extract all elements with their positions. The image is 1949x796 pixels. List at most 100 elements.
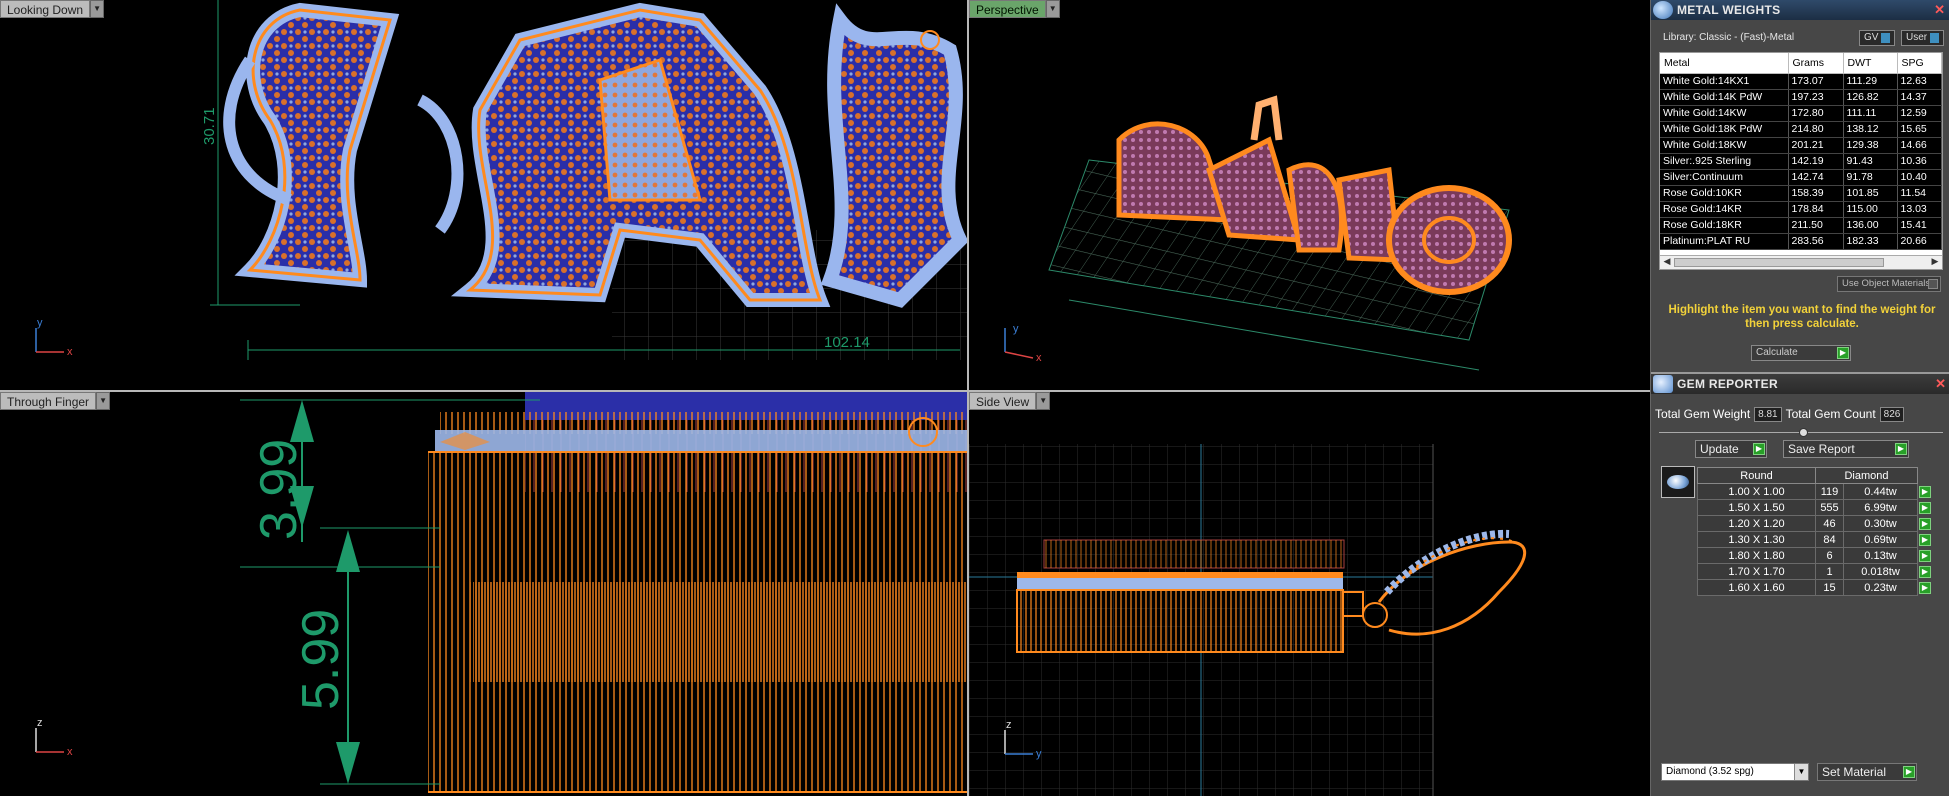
viewport-label[interactable]: Perspective ▼ <box>969 0 1060 18</box>
viewport-looking-down[interactable]: 30.71 102.14 y x Looking Down ▼ <box>0 0 967 390</box>
gem-size-cell: 1.20 X 1.20 <box>1697 515 1816 532</box>
slider-knob[interactable] <box>1799 428 1808 437</box>
col-spg[interactable]: SPG <box>1897 53 1942 74</box>
gem-row-select-button[interactable]: ▶ <box>1917 531 1932 548</box>
viewport-divider-horizontal[interactable] <box>0 390 1650 392</box>
calculate-button[interactable]: Calculate ▶ <box>1751 345 1851 361</box>
dwt-cell: 111.11 <box>1843 105 1898 122</box>
axis-z-label: z <box>1006 719 1012 731</box>
gem-slider[interactable] <box>1659 428 1943 437</box>
use-object-materials-checkbox[interactable]: Use Object Materials <box>1837 276 1941 292</box>
gem-row[interactable]: 1.60 X 1.60 15 0.23tw ▶ <box>1697 579 1932 596</box>
scroll-right-icon[interactable]: ▶ <box>1929 256 1941 269</box>
gem-row-select-button[interactable]: ▶ <box>1917 483 1932 500</box>
gem-weight-cell: 0.69tw <box>1843 531 1918 548</box>
viewport-name[interactable]: Looking Down <box>0 0 91 18</box>
gem-row-select-button[interactable]: ▶ <box>1917 579 1932 596</box>
viewport-side-view[interactable]: z y Side View ▼ <box>969 392 1650 796</box>
metal-row[interactable]: White Gold:14KX1 173.07 111.29 12.63 <box>1660 73 1942 90</box>
metal-table[interactable]: Metal Grams DWT SPG White Gold:14KX1 173.… <box>1659 52 1943 270</box>
user-toggle[interactable]: User <box>1901 30 1945 46</box>
close-icon[interactable]: ✕ <box>1935 376 1946 392</box>
checkbox-icon[interactable] <box>1928 279 1938 289</box>
scroll-thumb[interactable] <box>1674 258 1884 267</box>
viewport-label[interactable]: Through Finger ▼ <box>0 392 111 410</box>
viewport-label[interactable]: Looking Down ▼ <box>0 0 105 18</box>
viewport-dropdown-icon[interactable]: ▼ <box>96 392 111 410</box>
horizontal-scrollbar[interactable]: ◀ ▶ <box>1660 255 1942 269</box>
set-material-button[interactable]: Set Material ▶ <box>1817 763 1917 781</box>
calculate-label: Calculate <box>1756 347 1798 358</box>
col-metal[interactable]: Metal <box>1660 53 1789 74</box>
grams-cell: 201.21 <box>1788 137 1844 154</box>
metal-weights-logo-icon <box>1653 1 1673 19</box>
metal-name-cell: White Gold:18K PdW <box>1660 121 1789 138</box>
viewport-name[interactable]: Side View <box>969 392 1037 410</box>
play-icon: ▶ <box>1895 443 1907 455</box>
gem-row[interactable]: 1.80 X 1.80 6 0.13tw ▶ <box>1697 547 1932 564</box>
play-icon: ▶ <box>1903 766 1915 778</box>
col-grams[interactable]: Grams <box>1788 53 1844 74</box>
material-select-value: Diamond (3.52 spg) <box>1666 766 1754 777</box>
viewport-perspective[interactable]: y x Perspective ▼ <box>969 0 1650 390</box>
play-icon: ▶ <box>1919 581 1931 594</box>
viewport-dropdown-icon[interactable]: ▼ <box>1036 392 1051 410</box>
scroll-left-icon[interactable]: ◀ <box>1661 256 1673 269</box>
spg-cell: 10.36 <box>1897 153 1942 170</box>
gem-row-select-button[interactable]: ▶ <box>1917 563 1932 580</box>
metal-row[interactable]: White Gold:14KW 172.80 111.11 12.59 <box>1660 105 1942 122</box>
metal-row[interactable]: White Gold:18KW 201.21 129.38 14.66 <box>1660 137 1942 154</box>
total-weight-value: 8.81 <box>1754 406 1782 422</box>
metal-row[interactable]: White Gold:14K PdW 197.23 126.82 14.37 <box>1660 89 1942 106</box>
metal-name-cell: White Gold:14KW <box>1660 105 1789 122</box>
total-count-label: Total Gem Count <box>1785 407 1876 421</box>
update-button[interactable]: Update ▶ <box>1695 440 1767 458</box>
metal-row[interactable]: Silver:.925 Sterling 142.19 91.43 10.36 <box>1660 153 1942 170</box>
metal-row[interactable]: Rose Gold:14KR 178.84 115.00 13.03 <box>1660 201 1942 218</box>
save-report-label: Save Report <box>1788 442 1855 456</box>
grams-cell: 283.56 <box>1788 233 1844 250</box>
gem-stone-thumbnail[interactable] <box>1661 466 1695 498</box>
grams-cell: 158.39 <box>1788 185 1844 202</box>
gem-row[interactable]: 1.20 X 1.20 46 0.30tw ▶ <box>1697 515 1932 532</box>
viewport-through-finger[interactable]: 3.99 5.99 z x Through Finger ▼ <box>0 392 967 796</box>
metal-weights-title: METAL WEIGHTS <box>1677 3 1781 17</box>
metal-row[interactable]: Silver:Continuum 142.74 91.78 10.40 <box>1660 169 1942 186</box>
metal-row[interactable]: Rose Gold:18KR 211.50 136.00 15.41 <box>1660 217 1942 234</box>
metal-row[interactable]: Rose Gold:10KR 158.39 101.85 11.54 <box>1660 185 1942 202</box>
metal-row[interactable]: White Gold:18K PdW 214.80 138.12 15.65 <box>1660 121 1942 138</box>
gem-row[interactable]: 1.00 X 1.00 119 0.44tw ▶ <box>1697 483 1932 500</box>
gv-toggle[interactable]: GV <box>1859 30 1896 46</box>
chevron-down-icon[interactable]: ▼ <box>1794 764 1808 780</box>
gem-row-select-button[interactable]: ▶ <box>1917 547 1932 564</box>
gem-weight-cell: 6.99tw <box>1843 499 1918 516</box>
viewport-name[interactable]: Through Finger <box>0 392 97 410</box>
spg-cell: 15.41 <box>1897 217 1942 234</box>
viewport-dropdown-icon[interactable]: ▼ <box>90 0 105 18</box>
metal-name-cell: White Gold:14K PdW <box>1660 89 1789 106</box>
metal-name-cell: Rose Gold:10KR <box>1660 185 1789 202</box>
col-dwt[interactable]: DWT <box>1843 53 1898 74</box>
viewport-dropdown-icon[interactable]: ▼ <box>1045 0 1060 18</box>
gem-row[interactable]: 1.50 X 1.50 555 6.99tw ▶ <box>1697 499 1932 516</box>
gem-row[interactable]: 1.70 X 1.70 1 0.018tw ▶ <box>1697 563 1932 580</box>
metal-name-cell: Platinum:PLAT RU <box>1660 233 1789 250</box>
spg-cell: 13.03 <box>1897 201 1942 218</box>
close-icon[interactable]: ✕ <box>1934 2 1945 18</box>
save-report-button[interactable]: Save Report ▶ <box>1783 440 1909 458</box>
gem-table[interactable]: Round Diamond 1.00 X 1.00 119 0.44tw ▶ 1.50 … <box>1697 467 1932 596</box>
metal-table-grid: Metal Grams DWT SPG White Gold:14KX1 173.… <box>1660 53 1942 250</box>
user-toggle-icon <box>1930 33 1940 43</box>
metal-row[interactable]: Platinum:PLAT RU 283.56 182.33 20.66 <box>1660 233 1942 250</box>
gem-row-select-button[interactable]: ▶ <box>1917 499 1932 516</box>
viewport-name[interactable]: Perspective <box>969 0 1046 18</box>
gem-row-select-button[interactable]: ▶ <box>1917 515 1932 532</box>
metal-name-cell: Rose Gold:18KR <box>1660 217 1789 234</box>
axis-y-label: y <box>37 317 43 329</box>
gem-row[interactable]: 1.30 X 1.30 84 0.69tw ▶ <box>1697 531 1932 548</box>
metal-name-cell: Rose Gold:14KR <box>1660 201 1789 218</box>
material-select[interactable]: Diamond (3.52 spg) ▼ <box>1661 763 1809 781</box>
viewport-label[interactable]: Side View ▼ <box>969 392 1051 410</box>
col-shape[interactable]: Round <box>1697 467 1816 484</box>
col-material[interactable]: Diamond <box>1815 467 1918 484</box>
